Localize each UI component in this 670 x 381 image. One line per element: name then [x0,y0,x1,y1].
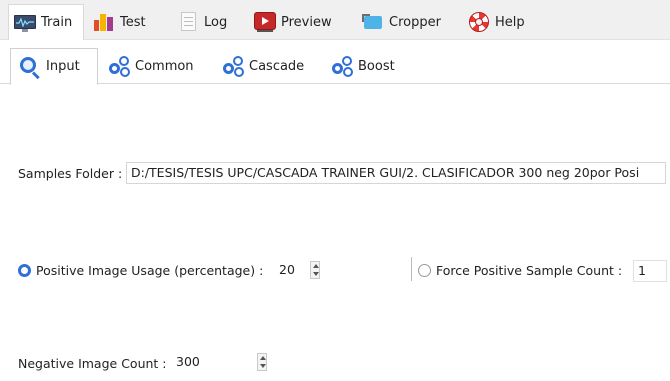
tab-boost[interactable]: Boost [331,48,395,84]
tab-train[interactable]: Train [8,4,84,40]
log-document-icon [176,11,200,33]
tab-preview[interactable]: Preview [253,4,332,40]
tab-cropper-label: Cropper [389,14,441,30]
tab-common-label: Common [135,58,194,74]
spin-arrows-icon[interactable] [257,353,267,371]
tab-test[interactable]: Test [92,4,146,40]
force-positive-input[interactable]: 1 [633,260,667,282]
spin-arrows-icon[interactable] [310,261,320,279]
main-tab-bar: Train Test Log Preview Cropper Help [0,0,670,40]
gears-icon [108,55,132,77]
force-positive-radio[interactable] [418,264,431,277]
positive-usage-label: Positive Image Usage (percentage) : [36,263,264,278]
samples-folder-label: Samples Folder : [18,166,123,181]
tab-input-label: Input [46,59,80,74]
search-icon [19,56,43,79]
tab-cascade[interactable]: Cascade [222,48,304,84]
force-positive-label: Force Positive Sample Count : [436,263,623,278]
tab-help[interactable]: Help [467,4,525,40]
divider [411,257,412,281]
positive-usage-radio[interactable] [18,264,31,277]
gears-icon [331,55,355,77]
test-bars-icon [92,11,116,33]
preview-play-icon [253,11,277,33]
negative-count-value: 300 [176,354,200,369]
tab-train-label: Train [41,15,73,30]
tab-log[interactable]: Log [176,4,227,40]
tab-test-label: Test [120,14,146,30]
tab-boost-label: Boost [358,58,395,74]
lifebuoy-help-icon [467,11,491,33]
gears-icon [222,55,246,77]
tab-common[interactable]: Common [108,48,194,84]
negative-count-label: Negative Image Count : [18,356,167,371]
tab-preview-label: Preview [281,14,332,30]
tab-help-label: Help [495,14,525,30]
train-sub-tab-bar: Input Common Cascade Boost [0,44,670,85]
positive-usage-value: 20 [279,262,295,277]
negative-count-spinbox[interactable]: 300 [173,352,269,372]
train-monitor-icon [13,12,37,34]
tab-cropper[interactable]: Cropper [361,4,441,40]
tab-log-label: Log [204,14,228,30]
samples-folder-input[interactable]: D:/TESIS/TESIS UPC/CASCADA TRAINER GUI/2… [126,162,666,184]
tab-input[interactable]: Input [10,48,98,85]
cropper-icon [361,11,385,33]
positive-usage-spinbox[interactable]: 20 [276,260,322,280]
tab-cascade-label: Cascade [249,58,305,74]
